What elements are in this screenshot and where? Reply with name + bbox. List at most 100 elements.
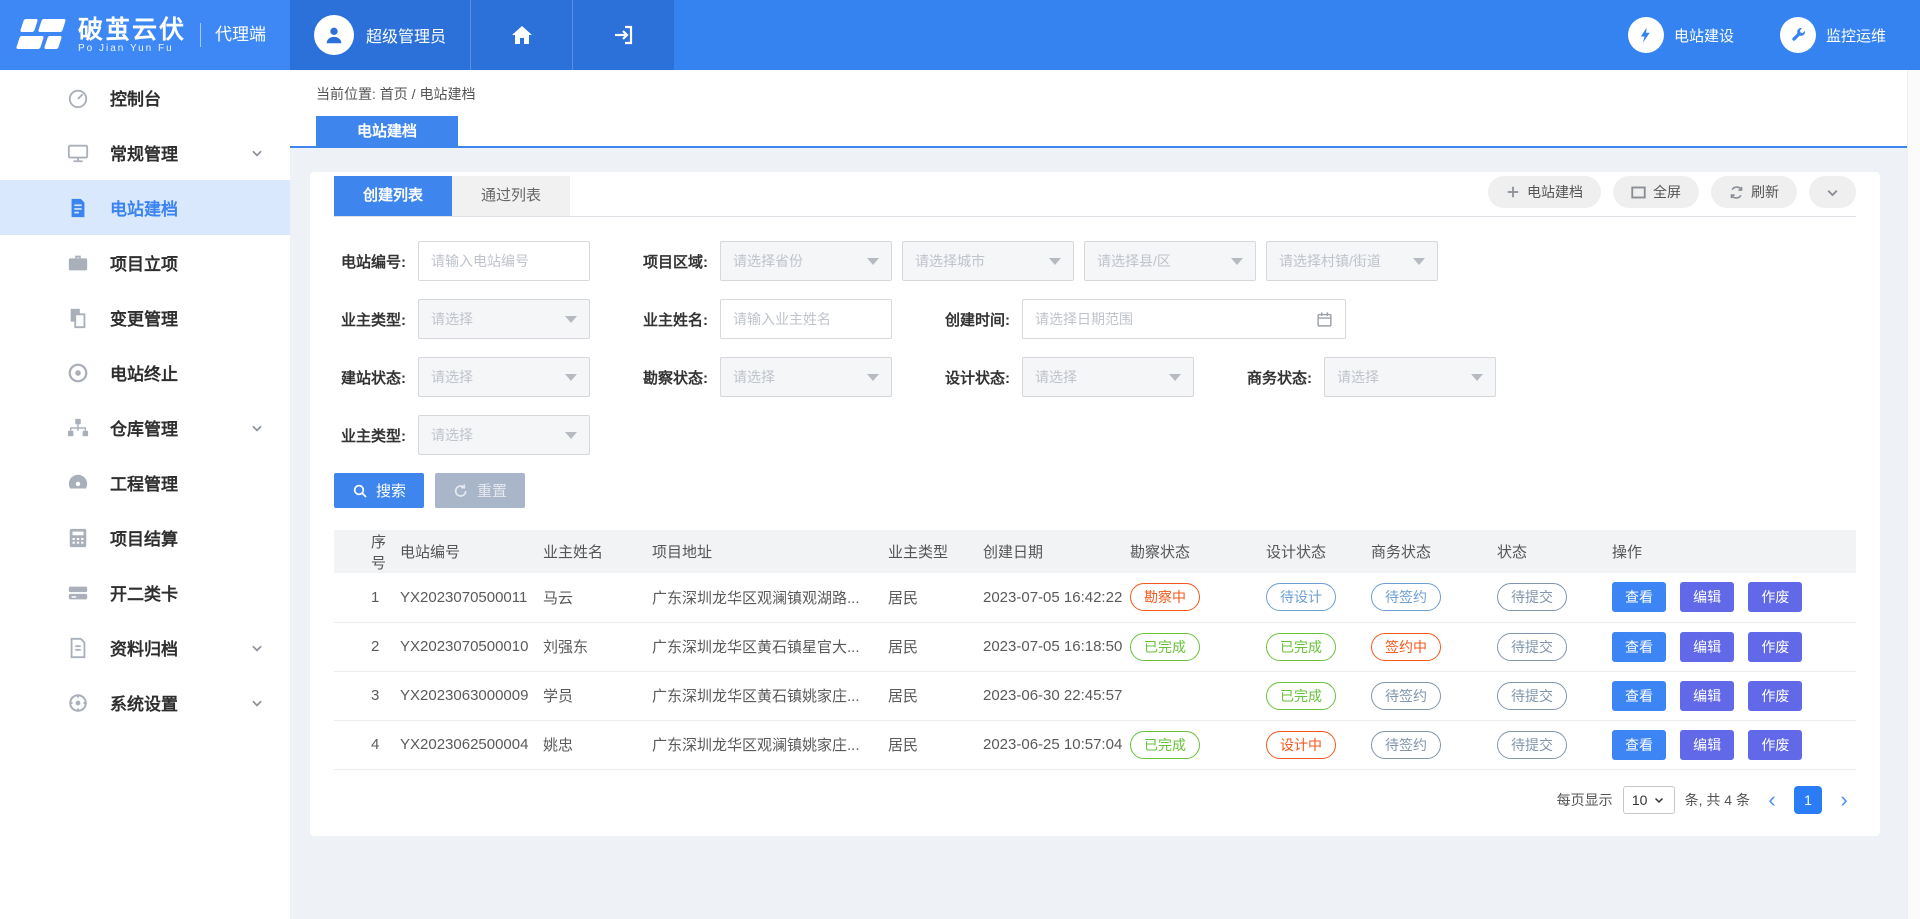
tab-create-list[interactable]: 创建列表 <box>334 176 452 216</box>
sidebar-item-project-settlement[interactable]: 项目结算 <box>0 510 290 565</box>
date-range-input[interactable]: 请选择日期范围 <box>1022 299 1346 339</box>
refresh-button[interactable]: 刷新 <box>1711 176 1797 208</box>
business-status-label: 商务状态: <box>1240 367 1324 388</box>
survey-status-badge: 已完成 <box>1130 731 1200 759</box>
filter-form: 电站编号: 项目区域: 请选择省份 请选择城市 请选择县/区 请选择村镇/街道 <box>334 217 1856 455</box>
business-status-badge: 签约中 <box>1371 633 1441 661</box>
sidebar-item-open-card[interactable]: 开二类卡 <box>0 565 290 620</box>
topbar: 当前位置: 首页 / 电站建档 电站建档 <box>290 70 1920 148</box>
avatar <box>314 15 354 55</box>
page-number[interactable]: 1 <box>1794 786 1822 814</box>
survey-status-select[interactable]: 请选择 <box>720 357 892 397</box>
calendar-icon <box>1316 311 1333 328</box>
wrench-icon <box>1789 26 1807 44</box>
design-status-select[interactable]: 请选择 <box>1022 357 1194 397</box>
plus-icon <box>1506 185 1520 199</box>
sidebar-item-change-mgmt[interactable]: 变更管理 <box>0 290 290 345</box>
breadcrumb: 当前位置: 首页 / 电站建档 <box>316 84 1920 104</box>
pagination: 每页显示 10 条, 共 4 条 ‹ 1 › <box>334 786 1856 814</box>
dashboard-icon <box>66 86 90 110</box>
void-button[interactable]: 作废 <box>1748 730 1802 760</box>
logo-title: 破茧云伏 <box>78 17 186 43</box>
business-status-badge: 待签约 <box>1371 682 1441 710</box>
view-button[interactable]: 查看 <box>1612 582 1666 612</box>
table-row: 3 YX2023063000009 学员 广东深圳龙华区黄石镇姚家庄... 居民… <box>334 671 1856 720</box>
logo: 破茧云伏 Po Jian Yun Fu 代理端 <box>0 0 290 70</box>
nav-monitor-ops[interactable]: 监控运维 <box>1780 17 1886 53</box>
page-size-select[interactable]: 10 <box>1623 786 1675 814</box>
caret-down-icon <box>565 374 577 381</box>
search-button[interactable]: 搜索 <box>334 473 424 508</box>
search-actions: 搜索 重置 <box>334 473 1856 508</box>
content: 创建列表 通过列表 电站建档 全屏 <box>290 148 1920 836</box>
view-button[interactable]: 查看 <box>1612 730 1666 760</box>
city-select[interactable]: 请选择城市 <box>902 241 1074 281</box>
user-menu[interactable]: 超级管理员 <box>290 0 470 70</box>
edit-button[interactable]: 编辑 <box>1680 632 1734 662</box>
prev-page-button[interactable]: ‹ <box>1760 786 1784 814</box>
home-button[interactable] <box>470 0 572 70</box>
logout-icon <box>612 23 636 47</box>
sidebar-item-system-settings[interactable]: 系统设置 <box>0 675 290 730</box>
caret-down-icon <box>1413 258 1425 265</box>
business-status-badge: 待签约 <box>1371 731 1441 759</box>
build-status-select[interactable]: 请选择 <box>418 357 590 397</box>
view-button[interactable]: 查看 <box>1612 681 1666 711</box>
status-badge: 待提交 <box>1497 731 1567 759</box>
add-station-button[interactable]: 电站建档 <box>1488 176 1601 208</box>
sidebar-item-general-mgmt[interactable]: 常规管理 <box>0 125 290 180</box>
region-label: 项目区域: <box>636 251 720 272</box>
sidebar-item-engineering-mgmt[interactable]: 工程管理 <box>0 455 290 510</box>
sidebar-item-project-approval[interactable]: 项目立项 <box>0 235 290 290</box>
edit-button[interactable]: 编辑 <box>1680 730 1734 760</box>
owner-type2-select[interactable]: 请选择 <box>418 415 590 455</box>
province-select[interactable]: 请选择省份 <box>720 241 892 281</box>
station-code-input[interactable] <box>418 241 590 281</box>
survey-status-badge: 勘察中 <box>1130 583 1200 611</box>
status-badge: 待提交 <box>1497 583 1567 611</box>
table-row: 2 YX2023070500010 刘强东 广东深圳龙华区黄石镇星官大... 居… <box>334 622 1856 671</box>
page-tab-station-filing[interactable]: 电站建档 <box>316 116 458 148</box>
lightning-icon <box>1637 26 1655 44</box>
county-select[interactable]: 请选择县/区 <box>1084 241 1256 281</box>
void-button[interactable]: 作废 <box>1748 582 1802 612</box>
sitemap-icon <box>66 416 90 440</box>
edit-button[interactable]: 编辑 <box>1680 582 1734 612</box>
nav-station-build[interactable]: 电站建设 <box>1628 17 1734 53</box>
town-select[interactable]: 请选择村镇/街道 <box>1266 241 1438 281</box>
per-page-label: 每页显示 <box>1557 790 1613 810</box>
edit-button[interactable]: 编辑 <box>1680 681 1734 711</box>
fullscreen-icon <box>1631 186 1646 199</box>
owner-type-select[interactable]: 请选择 <box>418 299 590 339</box>
sidebar-item-station-termination[interactable]: 电站终止 <box>0 345 290 400</box>
caret-down-icon <box>1049 258 1061 265</box>
void-button[interactable]: 作废 <box>1748 632 1802 662</box>
design-status-badge: 已完成 <box>1266 633 1336 661</box>
reset-button[interactable]: 重置 <box>435 473 525 508</box>
app-header: 破茧云伏 Po Jian Yun Fu 代理端 超级管理员 <box>0 0 1920 70</box>
collapse-button[interactable] <box>1809 176 1856 208</box>
owner-type-label: 业主类型: <box>334 309 418 330</box>
logout-button[interactable] <box>572 0 674 70</box>
header-nav: 电站建设 监控运维 <box>1628 0 1920 70</box>
fullscreen-button[interactable]: 全屏 <box>1613 176 1699 208</box>
caret-down-icon <box>1169 374 1181 381</box>
next-page-button[interactable]: › <box>1832 786 1856 814</box>
sidebar-item-console[interactable]: 控制台 <box>0 70 290 125</box>
station-code-label: 电站编号: <box>334 251 418 272</box>
business-status-select[interactable]: 请选择 <box>1324 357 1496 397</box>
chevron-down-icon <box>1653 794 1665 806</box>
calculator-icon <box>66 526 90 550</box>
station-filing-card: 创建列表 通过列表 电站建档 全屏 <box>310 172 1880 836</box>
view-button[interactable]: 查看 <box>1612 632 1666 662</box>
sidebar-item-archives[interactable]: 资料归档 <box>0 620 290 675</box>
gauge-icon <box>66 471 90 495</box>
sidebar-item-station-filing[interactable]: 电站建档 <box>0 180 290 235</box>
sidebar-item-warehouse-mgmt[interactable]: 仓库管理 <box>0 400 290 455</box>
tab-passed-list[interactable]: 通过列表 <box>452 176 570 216</box>
void-button[interactable]: 作废 <box>1748 681 1802 711</box>
scrollbar[interactable] <box>1907 70 1920 919</box>
design-status-label: 设计状态: <box>938 367 1022 388</box>
owner-name-input[interactable] <box>720 299 892 339</box>
design-status-badge: 设计中 <box>1266 731 1336 759</box>
